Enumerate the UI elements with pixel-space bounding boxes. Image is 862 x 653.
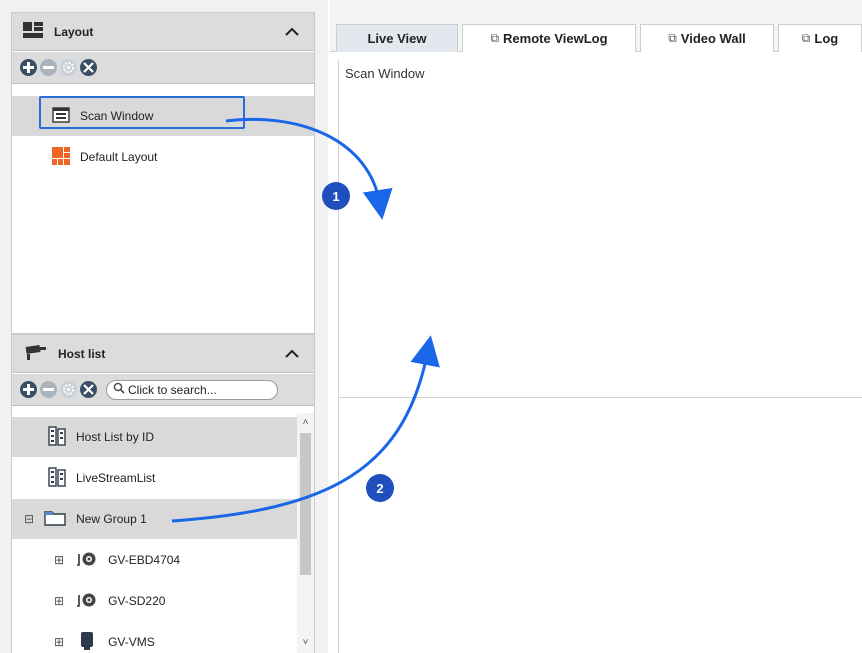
host-list-toolbar: Click to search...	[12, 374, 314, 406]
layout-panel-header[interactable]: Layout	[12, 13, 314, 51]
collapse-layout-chevron-icon[interactable]	[282, 22, 302, 42]
camera-icon	[24, 343, 48, 364]
add-icon[interactable]	[20, 381, 37, 398]
workspace: Live View ⧉ Remote ViewLog ⧉ Video Wall …	[330, 0, 862, 653]
expand-toggle[interactable]: ⊞	[54, 553, 64, 567]
expand-toggle[interactable]: ⊞	[54, 635, 64, 649]
host-list-scrollbar[interactable]: ˄ ˅	[297, 413, 314, 653]
scan-window-view[interactable]: Scan Window	[338, 60, 862, 653]
search-placeholder: Click to search...	[128, 382, 217, 397]
server-icon	[80, 631, 94, 653]
host-item-host-list-by-id[interactable]: Host List by ID	[12, 417, 297, 457]
scan-window-icon	[52, 106, 70, 126]
host-item-livestreamlist[interactable]: LiveStreamList	[12, 458, 297, 498]
tab-remote-viewlog[interactable]: ⧉ Remote ViewLog	[462, 24, 636, 52]
host-list-panel-header[interactable]: Host list	[12, 335, 314, 373]
host-item-label: GV-EBD4704	[108, 553, 181, 567]
tab-live-view[interactable]: Live View	[336, 24, 458, 52]
scroll-thumb[interactable]	[300, 433, 311, 575]
tools-icon[interactable]	[80, 59, 97, 76]
default-layout-icon	[52, 146, 70, 168]
view-title: Scan Window	[345, 66, 425, 81]
tab-log[interactable]: ⧉ Log	[778, 24, 862, 52]
folder-icon	[44, 510, 66, 529]
tools-icon[interactable]	[80, 381, 97, 398]
search-icon	[113, 382, 125, 397]
layout-toolbar	[12, 52, 314, 84]
tab-label: Log	[814, 31, 839, 46]
collapse-group-toggle[interactable]: ⊟	[24, 512, 34, 526]
host-item-label: GV-SD220	[108, 594, 166, 608]
step-badge-2: 2	[366, 474, 394, 502]
scroll-up-icon[interactable]: ˄	[297, 415, 314, 431]
grid-layout-icon	[22, 21, 44, 42]
host-item-gv-vms[interactable]: ⊞ GV-VMS	[12, 622, 297, 653]
tab-label: Remote ViewLog	[503, 31, 608, 46]
tab-label: Live View	[367, 31, 427, 46]
host-item-label: LiveStreamList	[76, 471, 156, 485]
layout-item-default-layout[interactable]: Default Layout	[12, 137, 314, 177]
host-item-label: Host List by ID	[76, 430, 155, 444]
tab-label: Video Wall	[680, 31, 746, 46]
host-item-label: GV-VMS	[108, 635, 155, 649]
settings-icon[interactable]	[60, 59, 77, 76]
remove-icon[interactable]	[40, 381, 57, 398]
step-badge-1: 1	[322, 182, 350, 210]
external-link-icon: ⧉	[801, 31, 811, 45]
host-list-panel-title: Host list	[58, 346, 106, 361]
host-list-panel: Host list Click to search... Host List b…	[11, 334, 315, 653]
tab-strip: Live View ⧉ Remote ViewLog ⧉ Video Wall …	[330, 0, 862, 52]
external-link-icon: ⧉	[668, 31, 677, 45]
host-search-input[interactable]: Click to search...	[106, 379, 278, 400]
scroll-down-icon[interactable]: ˅	[297, 635, 314, 651]
camera-device-icon	[76, 592, 98, 611]
remove-icon[interactable]	[40, 59, 57, 76]
host-item-gv-sd220[interactable]: ⊞ GV-SD220	[12, 581, 297, 621]
host-list-icon	[48, 466, 66, 490]
tab-video-wall[interactable]: ⧉ Video Wall	[640, 24, 774, 52]
layout-item-scan-window[interactable]: Scan Window	[12, 96, 314, 136]
layout-item-label: Default Layout	[80, 150, 158, 164]
layout-panel-title: Layout	[54, 24, 94, 39]
host-list-icon	[48, 425, 66, 449]
settings-icon[interactable]	[60, 381, 77, 398]
layout-panel: Layout Scan Window Default Layout	[11, 12, 315, 334]
layout-item-label: Scan Window	[80, 109, 154, 123]
host-item-new-group-1[interactable]: ⊟ New Group 1	[12, 499, 297, 539]
camera-device-icon	[76, 551, 98, 570]
expand-toggle[interactable]: ⊞	[54, 594, 64, 608]
add-icon[interactable]	[20, 59, 37, 76]
host-item-gv-ebd4704[interactable]: ⊞ GV-EBD4704	[12, 540, 297, 580]
external-link-icon: ⧉	[490, 31, 500, 45]
collapse-host-list-chevron-icon[interactable]	[282, 344, 302, 364]
view-divider	[339, 397, 862, 398]
host-item-label: New Group 1	[76, 512, 147, 526]
left-sidebar: Layout Scan Window Default Layout Host l…	[0, 0, 328, 653]
